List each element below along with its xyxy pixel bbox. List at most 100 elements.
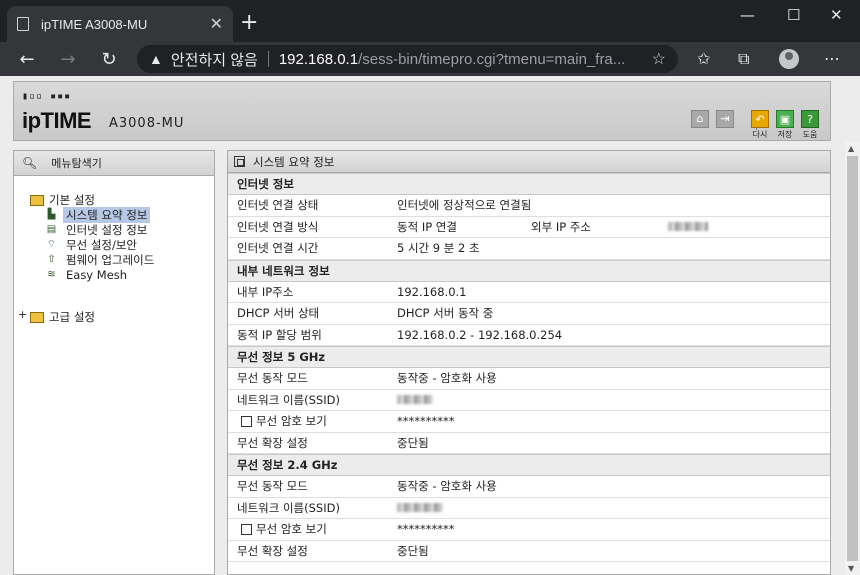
wireless-icon: ⌔ bbox=[46, 239, 57, 250]
show-password-checkbox[interactable] bbox=[241, 416, 252, 428]
save-icon: ▣ bbox=[776, 110, 794, 128]
url-path[interactable]: /sess-bin/timepro.cgi?tmenu=main_fra... bbox=[358, 51, 625, 68]
row-label: 인터넷 연결 시간 bbox=[237, 241, 319, 256]
folder-advanced-settings[interactable]: 고급 설정 bbox=[30, 309, 95, 325]
new-tab-button[interactable]: + bbox=[240, 10, 258, 35]
checkbox-label: 무선 암호 보기 bbox=[256, 522, 327, 537]
table-row: 인터넷 연결 시간 5 시간 9 분 2 초 bbox=[228, 238, 830, 260]
show-password-toggle[interactable]: 무선 암호 보기 bbox=[241, 413, 327, 429]
folder-icon bbox=[30, 311, 44, 323]
row-label: 무선 확장 설정 bbox=[237, 435, 308, 450]
scroll-thumb[interactable] bbox=[847, 156, 858, 561]
panel-title: 시스템 요약 정보 bbox=[253, 154, 335, 169]
row-label: DHCP 서버 상태 bbox=[237, 306, 320, 321]
undo-button[interactable]: ↶ 다시 bbox=[750, 110, 770, 140]
help-label: 도움 bbox=[802, 130, 818, 139]
save-label: 저장 bbox=[777, 130, 793, 139]
table-row: 인터넷 연결 상태 인터넷에 정상적으로 연결됨 bbox=[228, 195, 830, 217]
warning-icon[interactable]: ▲ bbox=[149, 51, 163, 67]
home-icon[interactable]: ⌂ bbox=[691, 110, 709, 128]
browser-tab[interactable]: ipTIME A3008-MU ✕ bbox=[7, 6, 233, 42]
help-button[interactable]: ? 도움 bbox=[800, 110, 820, 140]
row-value: 192.168.0.2 - 192.168.0.254 bbox=[397, 327, 563, 342]
table-row: 무선 동작 모드 동작중 - 암호화 사용 bbox=[228, 368, 830, 390]
sidebar-item-label: 인터넷 설정 정보 bbox=[66, 222, 148, 237]
profile-avatar[interactable] bbox=[779, 49, 799, 69]
table-row: 네트워크 이름(SSID) bbox=[228, 498, 830, 519]
forward-arrow-icon[interactable]: → bbox=[51, 49, 85, 70]
row-label: 네트워크 이름(SSID) bbox=[237, 500, 340, 515]
undo-icon: ↶ bbox=[751, 110, 769, 128]
chart-icon: ▙ bbox=[47, 209, 56, 220]
sidebar-item-label: Easy Mesh bbox=[66, 267, 128, 282]
checkbox-label: 무선 암호 보기 bbox=[256, 414, 327, 429]
model-name: A3008-MU bbox=[109, 116, 185, 131]
page-scrollbar[interactable]: ▲ ▼ bbox=[845, 142, 860, 575]
magnifier-icon: 🔍︎ bbox=[22, 156, 38, 170]
table-row: 동적 IP 할당 범위 192.168.0.2 - 192.168.0.254 bbox=[228, 325, 830, 346]
row-value: 중단됨 bbox=[397, 435, 429, 450]
sidebar-item-easy-mesh[interactable]: ≋ Easy Mesh bbox=[45, 267, 130, 282]
row-label: 내부 IP주소 bbox=[237, 284, 294, 299]
table-row: 인터넷 연결 방식 동적 IP 연결 외부 IP 주소 bbox=[228, 217, 830, 238]
tab-close-icon[interactable]: ✕ bbox=[210, 14, 223, 34]
row-value: 중단됨 bbox=[397, 543, 429, 558]
sidebar-item-internet-settings[interactable]: ▤ 인터넷 설정 정보 bbox=[45, 222, 150, 237]
mesh-icon: ≋ bbox=[47, 269, 56, 280]
minimize-button[interactable]: — bbox=[740, 6, 755, 24]
expand-icon[interactable]: + bbox=[18, 308, 27, 321]
favorites-icon[interactable]: ✩ bbox=[697, 49, 710, 68]
tab-title: ipTIME A3008-MU bbox=[41, 16, 148, 32]
row-label: 인터넷 연결 상태 bbox=[237, 198, 319, 213]
table-row: 무선 동작 모드 동작중 - 암호화 사용 bbox=[228, 476, 830, 498]
sidebar-item-system-summary[interactable]: ▙ 시스템 요약 정보 bbox=[45, 206, 151, 223]
network-icon: ▤ bbox=[46, 224, 57, 235]
window-icon bbox=[234, 156, 245, 167]
redacted-value bbox=[668, 222, 708, 232]
row-value: 인터넷에 정상적으로 연결됨 bbox=[397, 198, 532, 213]
save-button[interactable]: ▣ 저장 bbox=[775, 110, 795, 140]
sidebar-item-label: 시스템 요약 정보 bbox=[63, 206, 151, 223]
logo-dots: ▮▫▫ ▪▪▪ bbox=[22, 91, 72, 102]
section-internet: 인터넷 정보 bbox=[228, 173, 830, 195]
maximize-button[interactable]: ☐ bbox=[787, 6, 800, 24]
folder-label: 고급 설정 bbox=[49, 310, 95, 324]
folder-icon bbox=[30, 194, 44, 206]
row-value: 동작중 - 암호화 사용 bbox=[397, 371, 497, 386]
security-label[interactable]: 안전하지 않음 bbox=[171, 49, 258, 70]
address-bar[interactable]: ▲ 안전하지 않음 192.168.0.1 /sess-bin/timepro.… bbox=[137, 45, 678, 73]
row-value: ********** bbox=[397, 522, 455, 537]
section-wifi-5ghz: 무선 정보 5 GHz bbox=[228, 346, 830, 368]
sidebar-item-wireless[interactable]: ⌔ 무선 설정/보안 bbox=[45, 237, 140, 252]
logout-icon[interactable]: ⇥ bbox=[716, 110, 734, 128]
bookmark-star-icon[interactable]: ☆ bbox=[652, 49, 666, 69]
iptime-logo: ipTIME bbox=[22, 108, 92, 133]
menu-explorer: 🔍︎ 메뉴탐색기 기본 설정 ▙ 시스템 요약 정보 ▤ 인터넷 설정 정보 ⌔… bbox=[13, 150, 215, 575]
url-host[interactable]: 192.168.0.1 bbox=[279, 51, 358, 68]
row-value: 동적 IP 연결 bbox=[397, 219, 457, 234]
table-row: 무선 확장 설정 중단됨 bbox=[228, 433, 830, 454]
menu-explorer-title: 메뉴탐색기 bbox=[51, 157, 102, 170]
scroll-up-icon[interactable]: ▲ bbox=[848, 144, 854, 153]
sidebar-item-label: 무선 설정/보안 bbox=[66, 237, 138, 252]
row-label: 네트워크 이름(SSID) bbox=[237, 392, 340, 407]
show-password-toggle[interactable]: 무선 암호 보기 bbox=[241, 521, 327, 537]
collections-icon[interactable]: ⧉ bbox=[738, 49, 749, 69]
row-value: ********** bbox=[397, 414, 455, 429]
row-value: 192.168.0.1 bbox=[397, 284, 467, 299]
show-password-checkbox[interactable] bbox=[241, 524, 252, 536]
help-icon: ? bbox=[801, 110, 819, 128]
table-row: 무선 암호 보기 ********** bbox=[228, 519, 830, 541]
more-menu-icon[interactable]: ⋯ bbox=[824, 49, 840, 68]
scroll-down-icon[interactable]: ▼ bbox=[848, 564, 854, 573]
reload-icon[interactable]: ↻ bbox=[92, 49, 126, 70]
close-window-button[interactable]: ✕ bbox=[830, 6, 843, 24]
row-value: 동작중 - 암호화 사용 bbox=[397, 479, 497, 494]
back-arrow-icon[interactable]: ← bbox=[10, 49, 44, 70]
table-row: 무선 암호 보기 ********** bbox=[228, 411, 830, 433]
row-value: 5 시간 9 분 2 초 bbox=[397, 241, 480, 256]
row-label: 무선 확장 설정 bbox=[237, 543, 308, 558]
row-label: 동적 IP 할당 범위 bbox=[237, 327, 322, 342]
redacted-value bbox=[397, 395, 433, 405]
sidebar-item-firmware[interactable]: ⇧ 펌웨어 업그레이드 bbox=[45, 252, 157, 267]
